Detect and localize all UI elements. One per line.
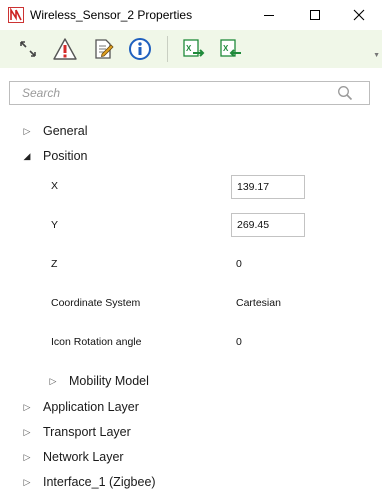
tree-item-position[interactable]: ◢ Position: [22, 146, 88, 166]
minimize-button[interactable]: [246, 0, 292, 30]
minimize-icon: [264, 15, 274, 16]
collapsed-arrow-icon: ▷: [23, 125, 31, 136]
toolbar-separator: [167, 36, 168, 62]
edit-document-icon: [95, 39, 114, 59]
app-logo-icon: [8, 7, 24, 23]
y-label: Y: [51, 219, 59, 231]
z-value[interactable]: 0: [236, 258, 242, 270]
tree-item-general[interactable]: ▷ General: [22, 121, 88, 141]
expand-collapse-button[interactable]: [14, 35, 42, 63]
tree-item-label: Interface_1 (Zigbee): [43, 475, 156, 489]
tree-item-network-layer[interactable]: ▷ Network Layer: [22, 447, 124, 467]
tree-item-interface-1[interactable]: ▷ Interface_1 (Zigbee): [22, 472, 156, 492]
collapsed-arrow-icon: ▷: [49, 375, 57, 386]
expanded-arrow-icon: ◢: [23, 150, 31, 161]
window-title: Wireless_Sensor_2 Properties: [30, 8, 193, 22]
warning-button[interactable]: [51, 35, 79, 63]
excel-export-button[interactable]: X: [180, 35, 208, 63]
close-icon: [353, 9, 365, 21]
coordinate-system-label: Coordinate System: [51, 297, 141, 309]
x-label: X: [51, 180, 59, 192]
tree-item-label: General: [43, 124, 88, 138]
collapsed-arrow-icon: ▷: [23, 476, 31, 487]
tree-item-label: Network Layer: [43, 450, 124, 464]
svg-text:X: X: [223, 44, 229, 53]
info-button[interactable]: [126, 35, 154, 63]
excel-import-button[interactable]: X: [217, 35, 245, 63]
excel-export-icon: X: [183, 39, 205, 57]
search-icon[interactable]: [337, 85, 353, 101]
z-label: Z: [51, 258, 58, 270]
close-button[interactable]: [336, 0, 382, 30]
x-input[interactable]: [231, 175, 305, 199]
edit-document-button[interactable]: [89, 35, 117, 63]
svg-text:X: X: [186, 44, 192, 53]
icon-rotation-label: Icon Rotation angle: [51, 336, 142, 348]
tree-item-mobility-model[interactable]: ▷ Mobility Model: [48, 371, 149, 391]
title-bar: Wireless_Sensor_2 Properties: [0, 0, 382, 30]
coordinate-system-value[interactable]: Cartesian: [236, 297, 281, 309]
excel-import-icon: X: [220, 39, 241, 57]
icon-rotation-value[interactable]: 0: [236, 336, 242, 348]
collapsed-arrow-icon: ▷: [23, 426, 31, 437]
search-box: [9, 81, 370, 105]
warning-icon: [53, 38, 77, 60]
y-input[interactable]: [231, 213, 305, 237]
collapsed-arrow-icon: ▷: [23, 451, 31, 462]
toolbar-overflow-icon[interactable]: ▼: [373, 52, 380, 59]
tree-item-application-layer[interactable]: ▷ Application Layer: [22, 397, 139, 417]
search-input[interactable]: [22, 85, 332, 101]
maximize-icon: [310, 10, 320, 20]
tree-item-label: Position: [43, 149, 88, 163]
expand-collapse-icon: [20, 41, 36, 57]
tree-item-label: Application Layer: [43, 400, 139, 414]
tree-item-label: Transport Layer: [43, 425, 131, 439]
toolbar: X X ▼: [0, 30, 382, 68]
maximize-button[interactable]: [292, 0, 338, 30]
collapsed-arrow-icon: ▷: [23, 401, 31, 412]
tree-item-label: Mobility Model: [69, 374, 149, 388]
tree-item-transport-layer[interactable]: ▷ Transport Layer: [22, 422, 131, 442]
info-icon: [129, 38, 151, 60]
